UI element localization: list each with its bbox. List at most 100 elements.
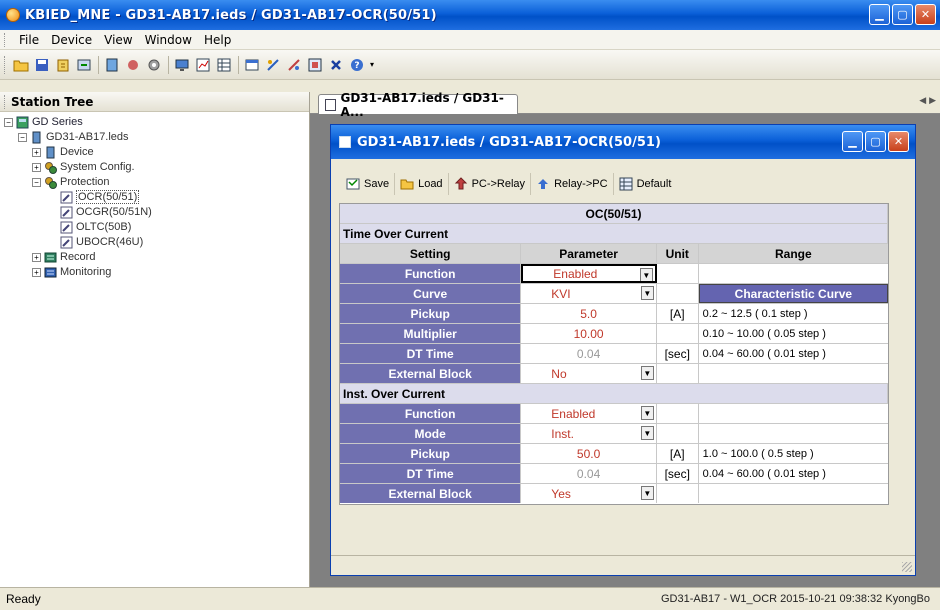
document-icon	[325, 98, 337, 111]
tree-node-record[interactable]: + Record	[32, 249, 95, 265]
default-button[interactable]: Default	[612, 173, 677, 195]
chevron-down-icon[interactable]: ▼	[640, 286, 654, 300]
close-button[interactable]: ✕	[915, 4, 936, 25]
save-icon[interactable]	[32, 55, 51, 74]
section-row: Inst. Over Current	[340, 384, 888, 404]
multiplier-input[interactable]: 10.00	[521, 324, 657, 343]
monitor-icon[interactable]	[172, 55, 191, 74]
setting-label: DT Time	[340, 464, 522, 483]
range-cell	[699, 264, 888, 283]
expand-icon[interactable]: +	[32, 252, 41, 262]
window-icon[interactable]	[242, 55, 261, 74]
statusbar: Ready GD31-AB17 - W1_OCR 2015-10-21 09:3…	[0, 587, 940, 610]
chevron-down-icon[interactable]: ▼	[640, 406, 654, 420]
tree-node-label: OLTC(50B)	[76, 221, 132, 233]
tree-node-gd-series[interactable]: − GD Series	[4, 114, 83, 130]
save-button[interactable]: Save	[341, 173, 394, 195]
expand-icon[interactable]: +	[32, 162, 41, 172]
tab-nav-arrows[interactable]: ◀ ▶	[919, 96, 936, 106]
cascade-icon[interactable]	[284, 55, 303, 74]
toolbar-overflow-icon[interactable]: ▾	[368, 55, 376, 74]
close-icon[interactable]	[326, 55, 345, 74]
section-title: Inst. Over Current	[340, 384, 888, 403]
tree-node-monitoring[interactable]: + Monitoring	[32, 264, 111, 280]
station-icon	[16, 116, 29, 129]
tree-node-protection[interactable]: − Protection	[32, 174, 110, 190]
relay-to-pc-label: Relay->PC	[554, 178, 608, 190]
tree-node-ocr[interactable]: OCR(50/51)	[60, 189, 140, 205]
menu-view[interactable]: View	[98, 33, 138, 47]
inst-external-block-select[interactable]: Yes ▼	[521, 484, 657, 503]
tab-strip: GD31-AB17.ieds / GD31-A... ◀ ▶	[310, 91, 940, 119]
collapse-icon[interactable]: −	[18, 132, 27, 142]
layout-icon[interactable]	[305, 55, 324, 74]
chevron-down-icon[interactable]: ▼	[639, 268, 653, 281]
settings-window: GD31-AB17.ieds / GD31-AB17-OCR(50/51) ▁ …	[330, 124, 916, 576]
wrench-icon	[60, 206, 73, 219]
select-value: No	[551, 366, 567, 381]
settings-window-statusbar	[331, 555, 915, 575]
toolbar-separator	[238, 55, 239, 74]
minimize-button[interactable]: ▁	[869, 4, 890, 25]
unit-cell	[657, 264, 699, 283]
load-button[interactable]: Load	[394, 173, 447, 195]
expand-icon[interactable]: +	[32, 267, 41, 277]
chart-icon[interactable]	[193, 55, 212, 74]
setting-label: External Block	[340, 484, 522, 503]
menu-help[interactable]: Help	[198, 33, 237, 47]
device-icon	[30, 131, 43, 144]
menu-device[interactable]: Device	[45, 33, 98, 47]
mode-select[interactable]: Inst. ▼	[521, 424, 657, 443]
settings-icon[interactable]	[144, 55, 163, 74]
pc-to-relay-button[interactable]: PC->Relay	[447, 173, 531, 195]
menu-window[interactable]: Window	[139, 33, 198, 47]
station-tree-title: Station Tree	[11, 94, 94, 109]
characteristic-curve-button[interactable]: Characteristic Curve	[698, 284, 888, 303]
chevron-down-icon[interactable]: ▼	[640, 366, 654, 380]
external-block-select[interactable]: No ▼	[521, 364, 657, 383]
station-icon[interactable]	[102, 55, 121, 74]
expand-icon[interactable]: +	[32, 147, 41, 157]
section-title: Time Over Current	[340, 224, 888, 243]
child-close-button[interactable]: ✕	[888, 131, 909, 152]
curve-select[interactable]: KVI ▼	[521, 284, 657, 303]
tab-document[interactable]: GD31-AB17.ieds / GD31-A...	[318, 91, 518, 119]
collapse-icon[interactable]: −	[4, 117, 13, 127]
resize-grip-icon[interactable]	[902, 562, 912, 572]
help-icon[interactable]: ?	[347, 55, 366, 74]
menu-file[interactable]: File	[13, 33, 45, 47]
inst-pickup-input[interactable]: 50.0	[521, 444, 657, 463]
folder-icon	[400, 177, 414, 191]
chevron-down-icon[interactable]: ▼	[640, 486, 654, 500]
maximize-button[interactable]: ▢	[892, 4, 913, 25]
tree-node-gd31-ab17[interactable]: − GD31-AB17.leds	[18, 129, 129, 145]
open-icon[interactable]	[11, 55, 30, 74]
function-select[interactable]: Enabled ▼	[521, 264, 657, 283]
station-tree-panel: Station Tree − GD Series − GD31-AB17.led…	[0, 92, 310, 587]
device-icon[interactable]	[123, 55, 142, 74]
chevron-down-icon[interactable]: ▼	[640, 426, 654, 440]
pickup-input[interactable]: 5.0	[521, 304, 657, 323]
section-row: Time Over Current	[340, 224, 888, 244]
tree-node-oltc[interactable]: OLTC(50B)	[60, 219, 131, 235]
range-cell	[699, 364, 888, 383]
inst-dt-time-input[interactable]: 0.04	[521, 464, 657, 483]
settings-grid: OC(50/51) Time Over Current Setting Para…	[339, 203, 889, 505]
child-maximize-button[interactable]: ▢	[865, 131, 886, 152]
table-icon[interactable]	[214, 55, 233, 74]
tile-icon[interactable]	[263, 55, 282, 74]
tree-node-system-config[interactable]: + System Config.	[32, 159, 135, 175]
save-icon	[346, 177, 360, 191]
export-icon[interactable]	[74, 55, 93, 74]
tree-node-device[interactable]: + Device	[32, 144, 94, 160]
tree-node-ocgr[interactable]: OCGR(50/51N)	[60, 204, 152, 220]
load-icon[interactable]	[53, 55, 72, 74]
inst-function-select[interactable]: Enabled ▼	[521, 404, 657, 423]
range-cell	[699, 484, 888, 503]
table-row: Function Enabled ▼	[340, 404, 888, 424]
relay-to-pc-button[interactable]: Relay->PC	[530, 173, 613, 195]
dt-time-input[interactable]: 0.04	[521, 344, 657, 363]
child-minimize-button[interactable]: ▁	[842, 131, 863, 152]
tree-node-ubocr[interactable]: UBOCR(46U)	[60, 234, 143, 250]
collapse-icon[interactable]: −	[32, 177, 41, 187]
